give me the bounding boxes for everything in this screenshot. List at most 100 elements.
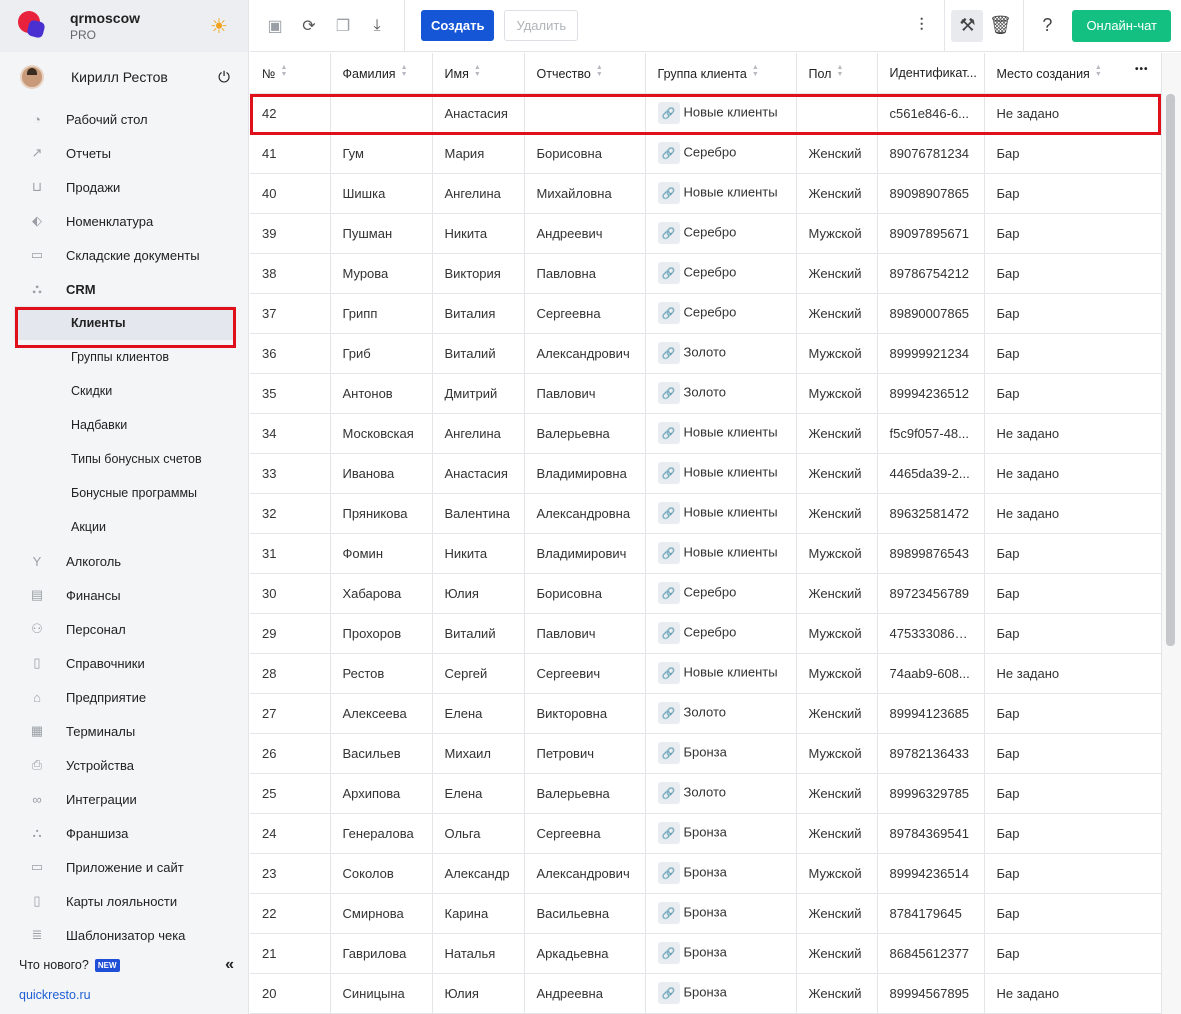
table-row[interactable]: 24 Генералова Ольга Сергеевна 🔗 Бронза Женский… <box>250 813 1162 854</box>
table-row[interactable]: 33 Иванова Анастасия Владимировна 🔗 Новые кли… <box>250 453 1162 494</box>
column-header[interactable]: Место создания ▲▼ ••• <box>984 53 1162 94</box>
link-icon[interactable]: 🔗 <box>657 302 680 324</box>
sidebar-item[interactable]: ↗ Отчеты <box>0 136 248 170</box>
sort-icon[interactable]: ▲▼ <box>401 64 408 78</box>
sort-icon[interactable]: ▲▼ <box>1095 64 1102 78</box>
sort-icon[interactable]: ▲▼ <box>836 64 843 78</box>
link-icon[interactable]: 🔗 <box>657 982 680 1004</box>
table-row[interactable]: 28 Рестов Сергей Сергеевич 🔗 Новые клиенты Муж… <box>250 653 1162 694</box>
sidebar-item[interactable]: ◔ Рабочий стол <box>0 102 248 136</box>
link-icon[interactable]: 🔗 <box>657 582 680 604</box>
sidebar-item[interactable]: ⬖ Номенклатура <box>0 204 248 238</box>
save-icon[interactable]: ▣ <box>258 9 292 43</box>
link-icon[interactable]: 🔗 <box>657 222 680 244</box>
sidebar-item[interactable]: ⛬ Франшиза <box>0 816 248 850</box>
column-header[interactable]: Фамилия ▲▼ <box>330 53 433 94</box>
brand-header[interactable]: qrmoscow PRO ☀ <box>0 0 248 52</box>
table-row[interactable]: 38 Мурова Виктория Павловна 🔗 Серебро Женский 8… <box>250 253 1162 294</box>
whats-new[interactable]: Что нового? NEW « <box>19 956 234 974</box>
column-header[interactable]: Пол ▲▼ <box>796 53 878 94</box>
link-icon[interactable]: 🔗 <box>657 542 680 564</box>
table-row[interactable]: 25 Архипова Елена Валерьевна 🔗 Золото Женский 8… <box>250 773 1162 814</box>
filter-sliders-icon[interactable]: ⫶ <box>904 9 938 43</box>
sidebar-item[interactable]: ⊔ Продажи <box>0 170 248 204</box>
more-options-icon[interactable]: ••• <box>1135 64 1149 75</box>
sidebar-item[interactable]: ⌂ Предприятие <box>0 680 248 714</box>
link-icon[interactable]: 🔗 <box>657 182 680 204</box>
link-icon[interactable]: 🔗 <box>657 942 680 964</box>
crm-subitem[interactable]: Акции <box>0 510 248 544</box>
sidebar-item[interactable]: ⎙ Устройства <box>0 748 248 782</box>
table-row[interactable]: 26 Васильев Михаил Петрович 🔗 Бронза Мужской 89… <box>250 733 1162 774</box>
link-icon[interactable]: 🔗 <box>657 662 680 684</box>
sort-icon[interactable]: ▲▼ <box>752 64 759 78</box>
column-header[interactable]: Группа клиента ▲▼ <box>645 53 797 94</box>
sort-icon[interactable]: ▲▼ <box>280 64 287 78</box>
power-icon[interactable]: ⏻ <box>218 69 230 86</box>
column-header[interactable]: Идентификат... <box>877 53 985 94</box>
column-header[interactable]: № ▲▼ <box>250 53 331 94</box>
table-row[interactable]: 37 Грипп Виталия Сергеевна 🔗 Серебро Женский 89… <box>250 293 1162 334</box>
sidebar-item[interactable]: ≣ Шаблонизатор чека <box>0 918 248 952</box>
table-row[interactable]: 30 Хабарова Юлия Борисовна 🔗 Серебро Женский 89… <box>250 573 1162 614</box>
crm-subitem[interactable]: Скидки <box>0 374 248 408</box>
online-chat-button[interactable]: Онлайн-чат <box>1072 9 1171 42</box>
sidebar-item[interactable]: ⚇ Персонал <box>0 612 248 646</box>
copy-icon[interactable]: ❐ <box>326 9 360 43</box>
sidebar-item[interactable]: ▭ Складские документы <box>0 238 248 272</box>
sort-icon[interactable]: ▲▼ <box>474 64 481 78</box>
sidebar-item[interactable]: ∞ Интеграции <box>0 782 248 816</box>
refresh-icon[interactable]: ⟳ <box>292 9 326 43</box>
link-icon[interactable]: 🔗 <box>657 342 680 364</box>
link-icon[interactable]: 🔗 <box>657 382 680 404</box>
table-row[interactable]: 32 Пряникова Валентина Александровна 🔗 Новые … <box>250 493 1162 534</box>
column-header[interactable]: Имя ▲▼ <box>432 53 525 94</box>
table-row[interactable]: 39 Пушман Никита Андреевич 🔗 Серебро Мужской 89… <box>250 213 1162 254</box>
site-link[interactable]: quickresto.ru <box>19 988 91 1002</box>
scrollbar-thumb[interactable] <box>1166 94 1175 646</box>
link-icon[interactable]: 🔗 <box>657 422 680 444</box>
link-icon[interactable]: 🔗 <box>657 142 680 164</box>
link-icon[interactable]: 🔗 <box>657 462 680 484</box>
table-row[interactable]: 21 Гаврилова Наталья Аркадьевна 🔗 Бронза Женск… <box>250 933 1162 974</box>
table-row[interactable]: 35 Антонов Дмитрий Павлович 🔗 Золото Мужской 89… <box>250 373 1162 414</box>
link-icon[interactable]: 🔗 <box>657 822 680 844</box>
crm-subitem[interactable]: Бонусные программы <box>0 476 248 510</box>
link-icon[interactable]: 🔗 <box>657 702 680 724</box>
sidebar-item[interactable]: ▤ Финансы <box>0 578 248 612</box>
link-icon[interactable]: 🔗 <box>657 502 680 524</box>
sort-icon[interactable]: ▲▼ <box>596 64 603 78</box>
table-row[interactable]: 40 Шишка Ангелина Михайловна 🔗 Новые клиенты Ж… <box>250 173 1162 214</box>
link-icon[interactable]: 🔗 <box>657 262 680 284</box>
link-icon[interactable]: 🔗 <box>657 622 680 644</box>
link-icon[interactable]: 🔗 <box>657 102 680 124</box>
trash-icon[interactable]: 🗑 <box>983 9 1017 43</box>
sidebar-item[interactable]: ⛬ CRM <box>0 272 248 306</box>
download-icon[interactable]: ⤓ <box>360 9 394 43</box>
table-row[interactable]: 29 Прохоров Виталий Павлович 🔗 Серебро Мужской… <box>250 613 1162 654</box>
link-icon[interactable]: 🔗 <box>657 782 680 804</box>
sidebar-item[interactable]: ▭ Приложение и сайт <box>0 850 248 884</box>
table-row[interactable]: 31 Фомин Никита Владимирович 🔗 Новые клиенты М… <box>250 533 1162 574</box>
table-row[interactable]: 20 Синицына Юлия Андреевна 🔗 Бронза Женский 899… <box>250 973 1162 1014</box>
column-header[interactable]: Отчество ▲▼ <box>524 53 646 94</box>
table-row[interactable]: 23 Соколов Александр Александрович 🔗 Бронза Му… <box>250 853 1162 894</box>
sidebar-item[interactable]: Y Алкоголь <box>0 544 248 578</box>
table-row[interactable]: 36 Гриб Виталий Александрович 🔗 Золото Мужской… <box>250 333 1162 374</box>
sidebar-item[interactable]: ▯ Карты лояльности <box>0 884 248 918</box>
crm-subitem[interactable]: Надбавки <box>0 408 248 442</box>
link-icon[interactable]: 🔗 <box>657 742 680 764</box>
sidebar-item[interactable]: ▦ Терминалы <box>0 714 248 748</box>
table-row[interactable]: 22 Смирнова Карина Васильевна 🔗 Бронза Женский… <box>250 893 1162 934</box>
sidebar-item[interactable]: ▯ Справочники <box>0 646 248 680</box>
help-icon[interactable]: ? <box>1030 9 1064 43</box>
crm-subitem[interactable]: Типы бонусных счетов <box>0 442 248 476</box>
table-row[interactable]: 42 Анастасия 🔗 Новые клиенты c561e846-6... Не… <box>250 93 1162 134</box>
link-icon[interactable]: 🔗 <box>657 862 680 884</box>
table-row[interactable]: 41 Гум Мария Борисовна 🔗 Серебро Женский 890767… <box>250 133 1162 174</box>
delete-button[interactable]: Удалить <box>504 10 579 41</box>
table-row[interactable]: 34 Московская Ангелина Валерьевна 🔗 Новые кли… <box>250 413 1162 454</box>
user-row[interactable]: Кирилл Рестов ⏻ <box>0 52 248 102</box>
tools-icon[interactable]: ⚒ <box>951 9 984 42</box>
table-row[interactable]: 27 Алексеева Елена Викторовна 🔗 Золото Женский… <box>250 693 1162 734</box>
